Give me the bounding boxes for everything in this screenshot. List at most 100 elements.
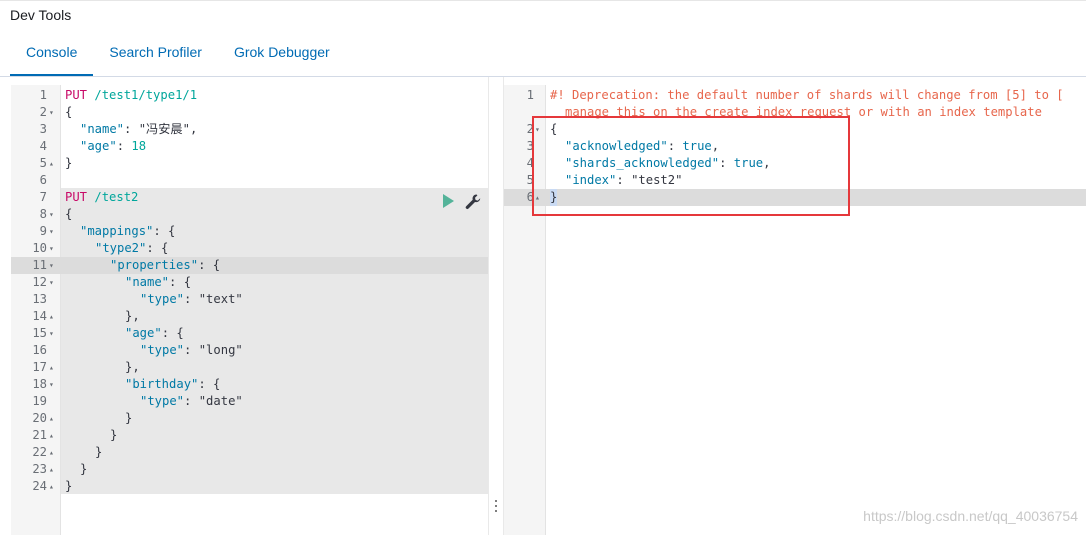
code-token: 18 <box>131 139 147 153</box>
code-line: }, <box>125 359 140 376</box>
code-token: #! Deprecation: the default number of sh… <box>550 88 1064 102</box>
fold-open-icon[interactable]: ▾ <box>49 104 59 121</box>
red-annotation-box <box>532 116 850 216</box>
code-token: "text" <box>198 292 243 306</box>
fold-close-icon[interactable]: ▴ <box>49 410 59 427</box>
tab-console[interactable]: Console <box>10 36 94 76</box>
fold-open-icon[interactable]: ▾ <box>49 206 59 223</box>
code-token: "long" <box>198 343 243 357</box>
code-token: } <box>125 411 133 425</box>
line-number: 4 <box>526 156 534 170</box>
fold-open-icon[interactable]: ▾ <box>49 376 59 393</box>
code-token: : <box>116 139 132 153</box>
line-number: 6 <box>526 190 534 204</box>
app-title: Dev Tools <box>10 7 72 23</box>
code-token: : { <box>169 275 192 289</box>
tab-search-profiler[interactable]: Search Profiler <box>93 36 218 76</box>
code-token: PUT <box>65 190 88 204</box>
code-line: PUT /test1/type1/1 <box>65 87 197 104</box>
fold-open-icon[interactable]: ▾ <box>49 325 59 342</box>
line-number: 16 <box>32 343 47 357</box>
fold-close-icon[interactable]: ▴ <box>49 427 59 444</box>
line-number: 11 <box>32 258 47 272</box>
code-line: "type": "long" <box>140 342 243 359</box>
code-line: "age": 18 <box>80 138 146 155</box>
line-number: 3 <box>39 122 47 136</box>
code-line: } <box>110 427 117 444</box>
code-line: "age": { <box>125 325 184 342</box>
code-line: } <box>65 478 72 495</box>
tabs-divider <box>0 76 1086 77</box>
fold-open-icon[interactable]: ▾ <box>49 240 59 257</box>
play-icon[interactable] <box>440 193 456 209</box>
code-token: }, <box>125 360 140 374</box>
line-number: 12 <box>32 275 47 289</box>
code-line: { <box>65 104 72 121</box>
code-line: "type": "date" <box>140 393 243 410</box>
code-token: : { <box>153 224 176 238</box>
line-number: 3 <box>526 139 534 153</box>
line-number: 1 <box>526 88 534 102</box>
fold-open-icon[interactable]: ▾ <box>49 274 59 291</box>
code-token: : <box>124 122 139 136</box>
wrench-icon[interactable] <box>464 193 482 211</box>
code-token: : <box>184 343 199 357</box>
code-token: /test1/type1/1 <box>94 88 198 102</box>
fold-close-icon[interactable]: ▴ <box>49 155 59 172</box>
code-line: "name": { <box>125 274 191 291</box>
line-number: 9 <box>39 224 47 238</box>
watermark: https://blog.csdn.net/qq_40036754 <box>863 508 1078 524</box>
code-token: "mappings" <box>80 224 154 238</box>
code-token: "冯安晨" <box>138 122 190 136</box>
request-editor[interactable]: 1 PUT /test1/type1/1 2 ▾{3 "name": "冯安晨", 4 "a… <box>11 85 488 535</box>
code-line: } <box>80 461 87 478</box>
line-number: 2 <box>526 122 534 136</box>
pane-divider[interactable] <box>488 77 504 535</box>
line-number: 14 <box>32 309 47 323</box>
fold-close-icon[interactable]: ▴ <box>49 478 59 495</box>
fold-close-icon[interactable]: ▴ <box>49 359 59 376</box>
resize-handle-icon[interactable] <box>495 500 498 514</box>
line-number: 15 <box>32 326 47 340</box>
code-token: "name" <box>80 122 125 136</box>
fold-close-icon[interactable]: ▴ <box>49 461 59 478</box>
code-line: #! Deprecation: the default number of sh… <box>550 87 1064 104</box>
line-number: 13 <box>32 292 47 306</box>
code-token: : { <box>161 326 184 340</box>
code-token: } <box>80 462 88 476</box>
line-number: 17 <box>32 360 47 374</box>
code-token: "age" <box>125 326 162 340</box>
code-line: { <box>65 206 72 223</box>
code-line: "birthday": { <box>125 376 220 393</box>
code-token: "properties" <box>110 258 199 272</box>
code-line: "type": "text" <box>140 291 243 308</box>
code-token: "type" <box>140 292 185 306</box>
line-number: 6 <box>39 173 47 187</box>
code-line: } <box>65 155 72 172</box>
tab-grok-debugger[interactable]: Grok Debugger <box>218 36 346 76</box>
line-number: 19 <box>32 394 47 408</box>
code-token: } <box>65 479 73 493</box>
code-token: "name" <box>125 275 170 289</box>
line-number <box>504 104 534 121</box>
line-number: 5 <box>39 156 47 170</box>
fold-close-icon[interactable]: ▴ <box>49 444 59 461</box>
line-number: 4 <box>39 139 47 153</box>
code-token: : { <box>146 241 169 255</box>
code-line: "type2": { <box>95 240 168 257</box>
code-token: : { <box>198 258 221 272</box>
code-token: { <box>65 105 73 119</box>
fold-close-icon[interactable]: ▴ <box>49 308 59 325</box>
code-token: "type" <box>140 394 185 408</box>
line-number: 7 <box>39 190 47 204</box>
line-number: 18 <box>32 377 47 391</box>
code-token: : <box>184 292 199 306</box>
code-token: "date" <box>198 394 243 408</box>
code-line: }, <box>125 308 140 325</box>
code-line: "mappings": { <box>80 223 175 240</box>
tab-bar: Console Search Profiler Grok Debugger <box>10 36 346 76</box>
fold-open-icon[interactable]: ▾ <box>49 223 59 240</box>
line-number: 21 <box>32 428 47 442</box>
fold-open-icon[interactable]: ▾ <box>49 257 59 274</box>
line-number: 2 <box>39 105 47 119</box>
